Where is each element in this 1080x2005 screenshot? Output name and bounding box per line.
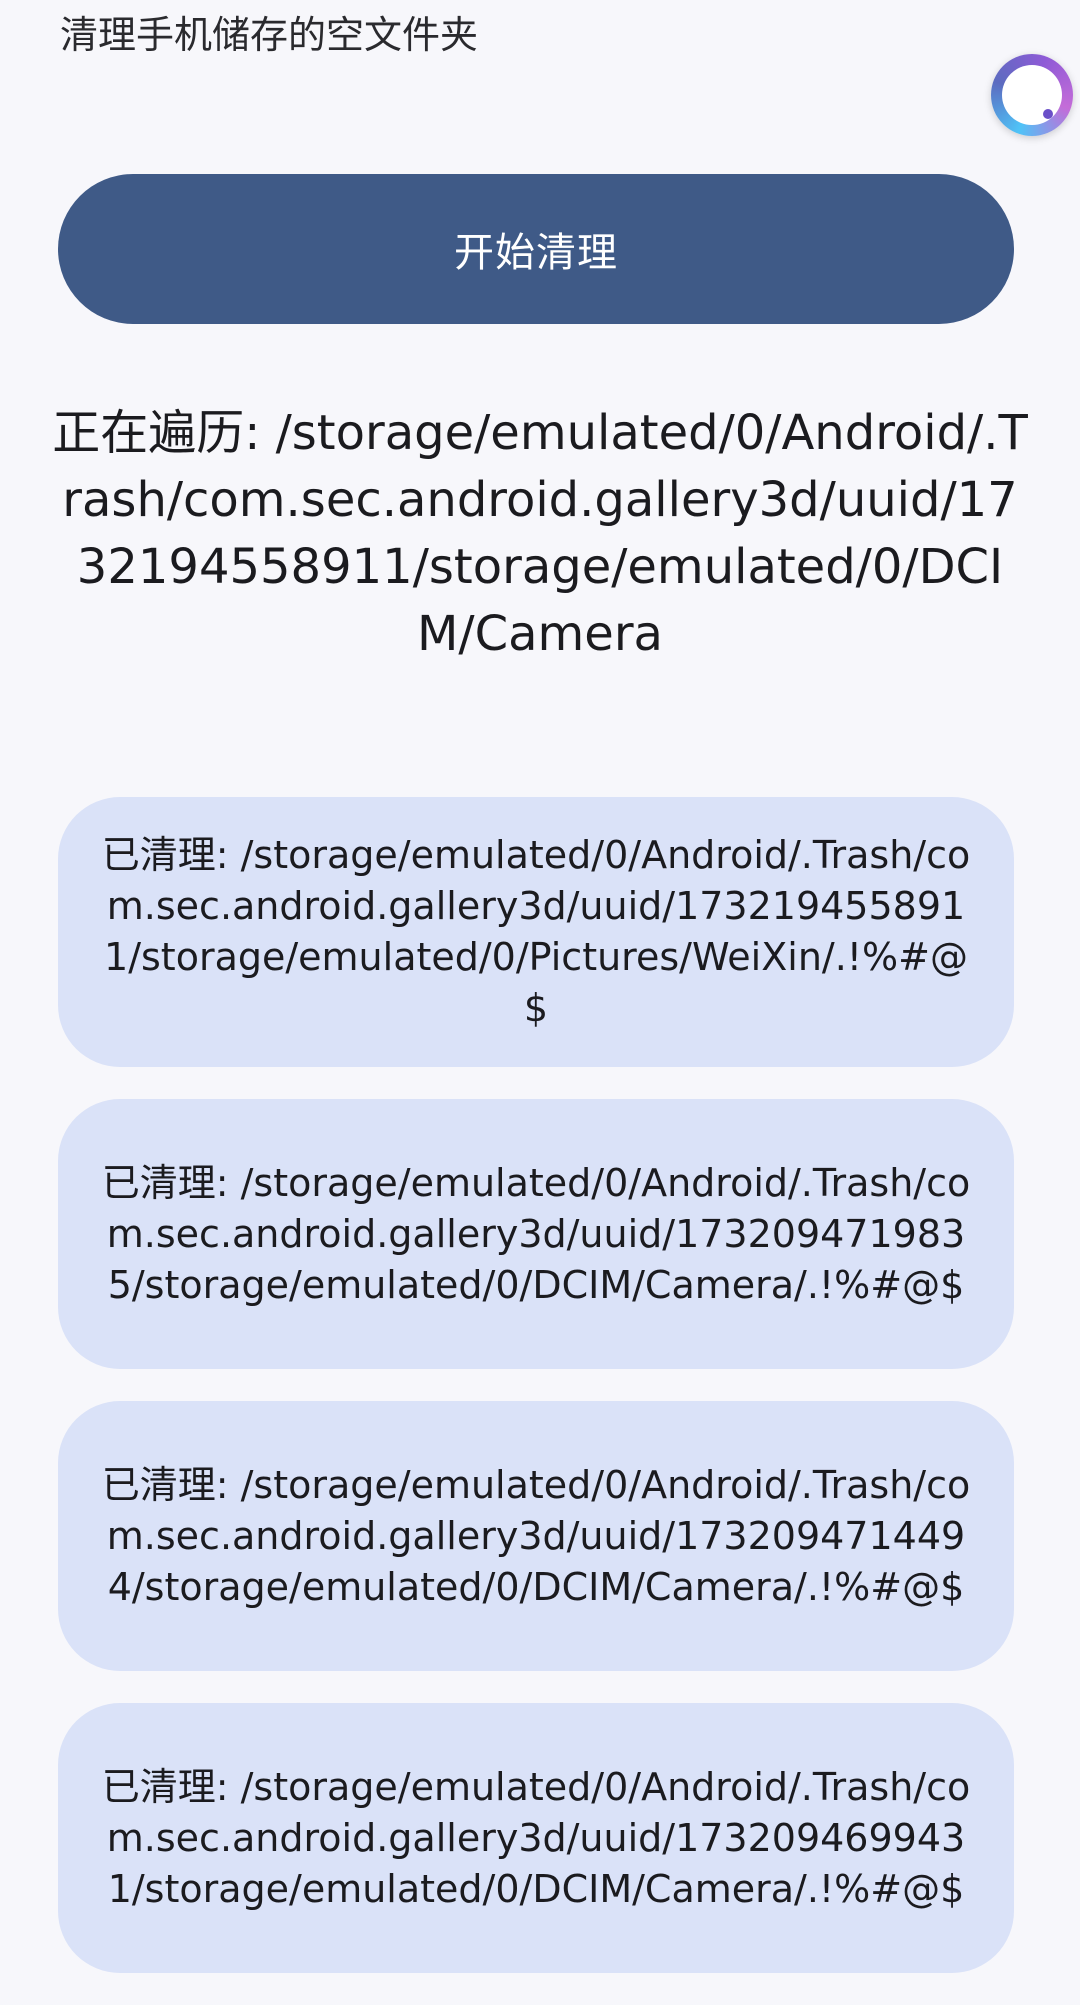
- cleaned-result-card: 已清理: /storage/emulated/0/Android/.Trash/…: [58, 1099, 1014, 1369]
- cleaned-result-card: 已清理: /storage/emulated/0/Android/.Trash/…: [58, 1703, 1014, 1973]
- floating-assistant-inner: [1002, 65, 1062, 125]
- cleaned-result-card: 已清理: /storage/emulated/0/Android/.Trash/…: [58, 1401, 1014, 1671]
- floating-assistant-icon[interactable]: [991, 54, 1073, 136]
- start-clean-button-label: 开始清理: [454, 230, 618, 276]
- cleaned-result-card: 已清理: /storage/emulated/0/Android/.Trash/…: [58, 797, 1014, 1067]
- app-title: 清理手机储存的空文件夹: [60, 13, 479, 57]
- cleaned-result-text: 已清理: /storage/emulated/0/Android/.Trash/…: [101, 833, 971, 1030]
- floating-assistant-dot: [1043, 109, 1053, 119]
- cleaned-result-text: 已清理: /storage/emulated/0/Android/.Trash/…: [101, 1160, 971, 1307]
- start-clean-button[interactable]: 开始清理: [58, 174, 1014, 324]
- cleaned-results-list: 已清理: /storage/emulated/0/Android/.Trash/…: [58, 797, 1014, 2005]
- scanning-status-text: 正在遍历: /storage/emulated/0/Android/.Trash…: [52, 405, 1028, 662]
- cleaned-result-text: 已清理: /storage/emulated/0/Android/.Trash/…: [101, 1764, 971, 1911]
- cleaned-result-text: 已清理: /storage/emulated/0/Android/.Trash/…: [101, 1462, 971, 1609]
